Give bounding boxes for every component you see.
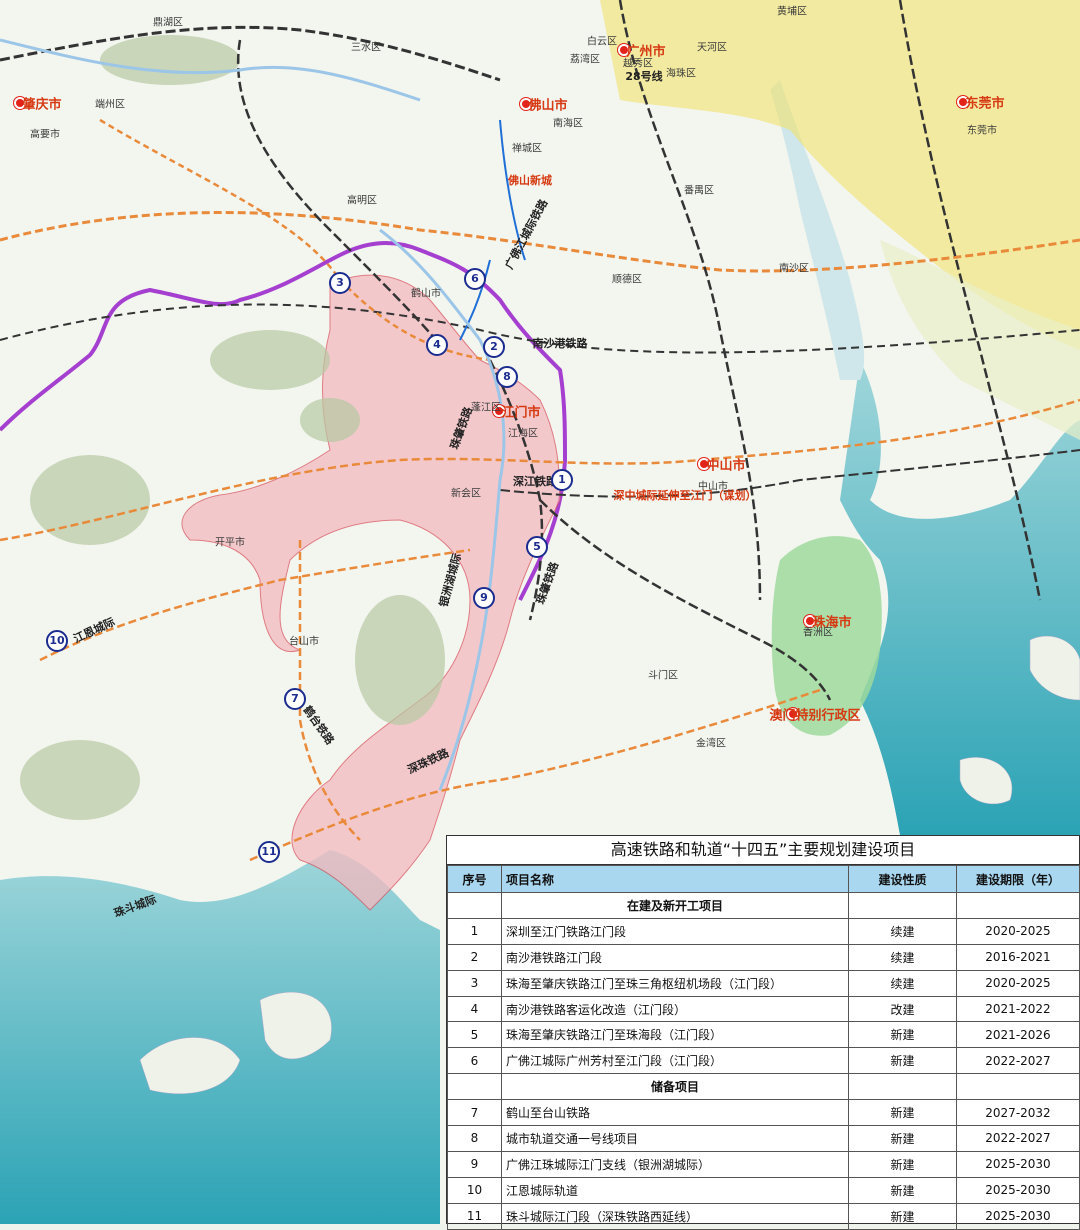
cell-index: 7 [447, 1099, 502, 1127]
cell-period: 2022-2027 [956, 1047, 1080, 1075]
cell-period: 2020-2025 [956, 969, 1080, 997]
cell-period: 2025-2030 [956, 1150, 1080, 1178]
table-row: 4 南沙港铁路客运化改造（江门段） 改建 2021-2022 [447, 995, 1080, 1023]
cell-type: 改建 [848, 995, 957, 1023]
col-header-period: 建设期限（年） [956, 865, 1080, 893]
cell-period: 2022-2027 [956, 1125, 1080, 1152]
cell-project-name: 广佛江城际广州芳村至江门段（江门段） [501, 1047, 849, 1075]
city-marker-icon [520, 98, 532, 110]
cell-type: 续建 [848, 969, 957, 997]
table-title: 高速铁路和轨道“十四五”主要规划建设项目 [447, 836, 1079, 865]
city-marker-icon [804, 615, 816, 627]
table-row: 8 城市轨道交通一号线项目 新建 2022-2027 [447, 1125, 1080, 1152]
project-number-marker: 2 [483, 336, 505, 358]
cell-project-name: 广佛江珠城际江门支线（银洲湖城际） [501, 1150, 849, 1178]
table-row: 9 广佛江珠城际江门支线（银洲湖城际） 新建 2025-2030 [447, 1150, 1080, 1178]
table-group-row: 在建及新开工项目 [447, 892, 1080, 919]
cell-type: 新建 [848, 1202, 957, 1230]
project-number-marker: 3 [329, 272, 351, 294]
cell-index: 2 [447, 943, 502, 971]
col-header-type: 建设性质 [848, 865, 957, 893]
cell-index: 1 [447, 917, 502, 945]
cell-index: 3 [447, 969, 502, 997]
cell-type: 续建 [848, 917, 957, 945]
cell-project-name: 鹤山至台山铁路 [501, 1099, 849, 1127]
table-row: 1 深圳至江门铁路江门段 续建 2020-2025 [447, 917, 1080, 945]
col-header-name: 项目名称 [501, 865, 849, 893]
cell-project-name: 珠海至肇庆铁路江门至珠三角枢纽机场段（江门段） [501, 969, 849, 997]
cell-project-name: 南沙港铁路江门段 [501, 943, 849, 971]
project-number-marker: 10 [46, 630, 68, 652]
cell-project-name: 深圳至江门铁路江门段 [501, 917, 849, 945]
table-row: 2 南沙港铁路江门段 续建 2016-2021 [447, 943, 1080, 971]
cell-type: 新建 [848, 1150, 957, 1178]
table-row: 7 鹤山至台山铁路 新建 2027-2032 [447, 1099, 1080, 1127]
table-body: 在建及新开工项目 1 深圳至江门铁路江门段 续建 2020-2025 2 南沙港铁路江门段续… [447, 892, 1080, 1230]
cell-project-name: 珠斗城际江门段（深珠铁路西延线） [501, 1202, 849, 1230]
col-header-index: 序号 [447, 865, 502, 893]
project-table: 高速铁路和轨道“十四五”主要规划建设项目 序号 项目名称 建设性质 建设期限（年… [446, 835, 1080, 1230]
cell-type: 新建 [848, 1047, 957, 1075]
cell-type: 新建 [848, 1176, 957, 1204]
table-cell [956, 1073, 1080, 1101]
cell-index: 10 [447, 1176, 502, 1204]
table-cell [447, 1073, 502, 1101]
cell-index: 6 [447, 1047, 502, 1075]
cell-project-name: 江恩城际轨道 [501, 1176, 849, 1204]
cell-type: 续建 [848, 943, 957, 971]
city-marker-icon [698, 458, 710, 470]
table-cell [848, 1073, 957, 1101]
project-number-marker: 4 [426, 334, 448, 356]
cell-project-name: 珠海至肇庆铁路江门至珠海段（江门段） [501, 1021, 849, 1049]
project-number-marker: 8 [496, 366, 518, 388]
cell-index: 9 [447, 1150, 502, 1178]
table-row: 5 珠海至肇庆铁路江门至珠海段（江门段） 新建 2021-2026 [447, 1021, 1080, 1049]
project-number-marker: 9 [473, 587, 495, 609]
city-marker-icon [618, 44, 630, 56]
cell-index: 11 [447, 1202, 502, 1230]
city-marker-icon [493, 405, 505, 417]
table-group-row: 储备项目 [447, 1073, 1080, 1101]
project-number-marker: 6 [464, 268, 486, 290]
city-marker-icon [957, 96, 969, 108]
cell-period: 2021-2022 [956, 995, 1080, 1023]
cell-project-name: 城市轨道交通一号线项目 [501, 1125, 849, 1152]
project-number-marker: 5 [526, 536, 548, 558]
cell-period: 2020-2025 [956, 917, 1080, 945]
table-group-title: 储备项目 [501, 1073, 849, 1101]
table-cell [447, 892, 502, 919]
table-row: 6 广佛江城际广州芳村至江门段（江门段） 新建 2022-2027 [447, 1047, 1080, 1075]
cell-index: 5 [447, 1021, 502, 1049]
cell-index: 4 [447, 995, 502, 1023]
cell-period: 2016-2021 [956, 943, 1080, 971]
table-row: 3 珠海至肇庆铁路江门至珠三角枢纽机场段（江门段） 续建 2020-2025 [447, 969, 1080, 997]
table-grid: 序号 项目名称 建设性质 建设期限（年） 在建及新开工项目 1 深圳至江门铁路江门段… [447, 865, 1080, 1230]
project-number-marker: 11 [258, 841, 280, 863]
table-header-row: 序号 项目名称 建设性质 建设期限（年） [447, 865, 1080, 893]
project-number-marker: 7 [284, 688, 306, 710]
table-group-title: 在建及新开工项目 [501, 892, 849, 919]
cell-type: 新建 [848, 1099, 957, 1127]
cell-project-name: 南沙港铁路客运化改造（江门段） [501, 995, 849, 1023]
cell-period: 2025-2030 [956, 1176, 1080, 1204]
cell-type: 新建 [848, 1125, 957, 1152]
table-row: 10 江恩城际轨道 新建 2025-2030 [447, 1176, 1080, 1204]
project-number-marker: 1 [551, 469, 573, 491]
cell-period: 2021-2026 [956, 1021, 1080, 1049]
city-marker-icon [787, 708, 799, 720]
cell-index: 8 [447, 1125, 502, 1152]
table-cell [848, 892, 957, 919]
cell-period: 2025-2030 [956, 1202, 1080, 1230]
table-row: 11 珠斗城际江门段（深珠铁路西延线） 新建 2025-2030 [447, 1202, 1080, 1230]
table-cell [956, 892, 1080, 919]
city-marker-icon [14, 97, 26, 109]
cell-period: 2027-2032 [956, 1099, 1080, 1127]
cell-type: 新建 [848, 1021, 957, 1049]
